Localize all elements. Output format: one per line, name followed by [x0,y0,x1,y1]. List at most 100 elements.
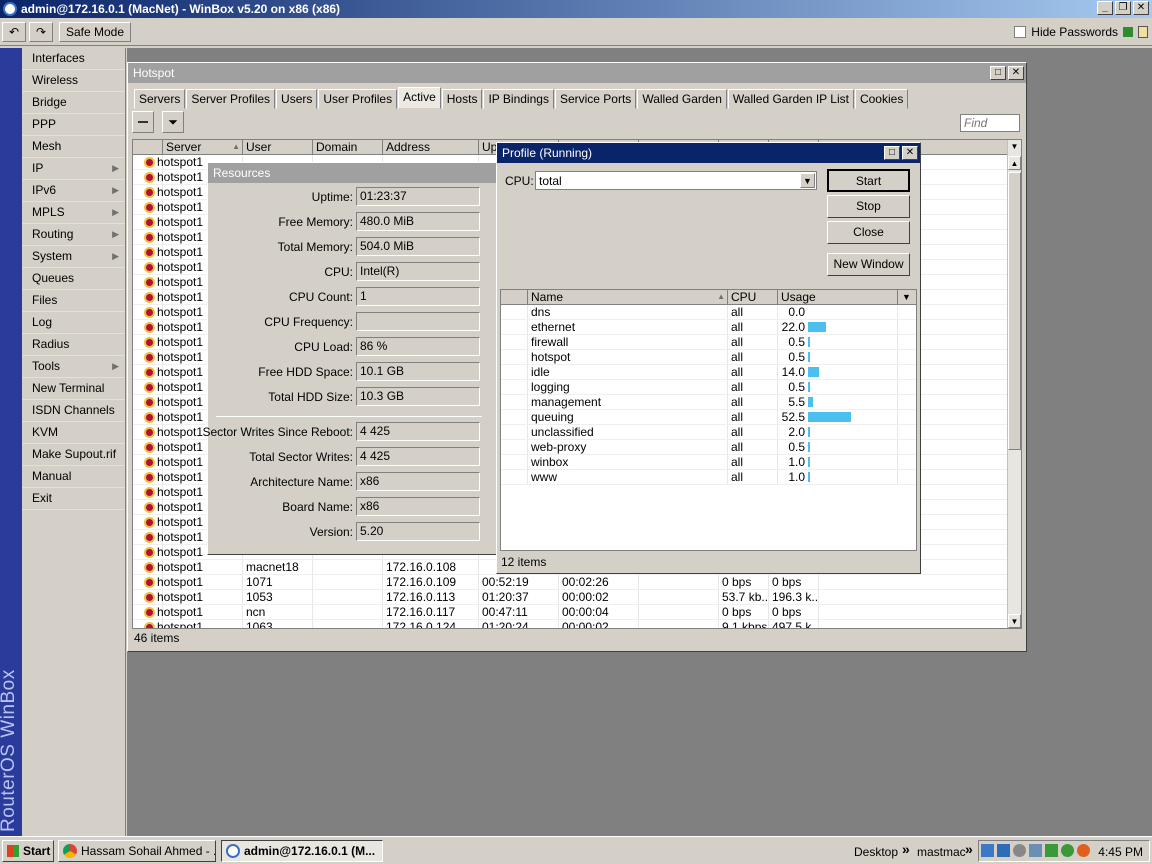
tab-user-profiles[interactable]: User Profiles [318,89,398,109]
desktop-toolbar-label[interactable]: Desktop [854,845,898,859]
sidebar-item-bridge[interactable]: Bridge [22,92,125,114]
sidebar-item-make-supout-rif[interactable]: Make Supout.rif [22,444,125,466]
profile-row[interactable]: www all 1.0 [501,470,916,485]
display-tray-icon[interactable] [1029,844,1042,857]
tab-users[interactable]: Users [276,89,318,109]
hide-passwords-checkbox[interactable] [1014,26,1027,38]
profile-row[interactable]: unclassified all 2.0 [501,425,916,440]
sidebar-item-ip[interactable]: IP ▶ [22,158,125,180]
update-tray-icon[interactable] [1045,844,1058,857]
profile-row[interactable]: idle all 14.0 [501,365,916,380]
sidebar-item-ppp[interactable]: PPP [22,114,125,136]
sidebar-item-manual[interactable]: Manual [22,466,125,488]
column-menu-icon[interactable]: ▼ [898,290,915,304]
tab-service-ports[interactable]: Service Ports [554,89,637,109]
sidebar-item-files[interactable]: Files [22,290,125,312]
sidebar-item-radius[interactable]: Radius [22,334,125,356]
scroll-down-button[interactable]: ▼ [1008,614,1021,628]
sidebar-item-new-terminal[interactable]: New Terminal [22,378,125,400]
sidebar-item-exit[interactable]: Exit [22,488,125,510]
sidebar-item-queues[interactable]: Queues [22,268,125,290]
profile-maximize-button[interactable]: □ [884,146,900,160]
remove-button[interactable] [132,111,154,133]
redo-button[interactable]: ↷ [29,22,53,42]
sidebar-item-log[interactable]: Log [22,312,125,334]
col-usage[interactable]: Usage [778,290,898,304]
task-chrome[interactable]: Hassam Sohail Ahmed - ... [58,840,216,862]
col-server[interactable]: Server ▲ [163,140,243,154]
col-address[interactable]: Address [383,140,479,154]
tab-cookies[interactable]: Cookies [854,89,909,109]
task-winbox[interactable]: admin@172.16.0.1 (M... [221,840,383,862]
scroll-thumb[interactable] [1008,172,1021,450]
sidebar-item-kvm[interactable]: KVM [22,422,125,444]
clock[interactable]: 4:45 PM [1098,845,1143,859]
find-input[interactable] [960,114,1020,132]
sidebar-item-interfaces[interactable]: Interfaces [22,48,125,70]
col-domain[interactable]: Domain [313,140,383,154]
sidebar-item-isdn-channels[interactable]: ISDN Channels [22,400,125,422]
table-row[interactable]: hotspot1 1053 172.16.0.113 01:20:37 00:00:02… [133,590,1021,605]
profile-row[interactable]: hotspot all 0.5 [501,350,916,365]
table-row[interactable]: hotspot1 1071 172.16.0.109 00:52:19 00:02:26… [133,575,1021,590]
safe-mode-button[interactable]: Safe Mode [59,22,131,42]
skype-tray-icon[interactable] [997,844,1010,857]
chevron-down-icon[interactable]: ▼ [800,173,815,188]
sidebar-item-mesh[interactable]: Mesh [22,136,125,158]
profile-window-title-bar[interactable]: Profile (Running) □ ✕ [497,143,920,163]
resources-window-title-bar[interactable]: Resources [208,163,496,183]
mastmac-chevron-icon[interactable]: » [965,841,973,857]
volume-tray-icon[interactable] [1013,844,1026,857]
close-profile-button[interactable]: Close [827,221,910,244]
cpu-select[interactable]: total ▼ [535,171,817,190]
firefox-tray-icon[interactable] [1077,844,1090,857]
tab-ip-bindings[interactable]: IP Bindings [483,89,554,109]
torrent-tray-icon[interactable] [1061,844,1074,857]
mastmac-toolbar-label[interactable]: mastmac [917,845,966,859]
hotspot-maximize-button[interactable]: □ [990,66,1006,80]
tab-hosts[interactable]: Hosts [441,89,483,109]
new-window-button[interactable]: New Window [827,253,910,276]
hotspot-close-button[interactable]: ✕ [1008,66,1024,80]
table-row[interactable]: hotspot1 ncn 172.16.0.117 00:47:11 00:00:04 0… [133,605,1021,620]
profile-close-button[interactable]: ✕ [902,146,918,160]
tab-server-profiles[interactable]: Server Profiles [186,89,276,109]
profile-row[interactable]: web-proxy all 0.5 [501,440,916,455]
profile-row[interactable]: logging all 0.5 [501,380,916,395]
sidebar-item-mpls[interactable]: MPLS ▶ [22,202,125,224]
tab-servers[interactable]: Servers [134,89,186,109]
start-menu-button[interactable]: Start [2,840,54,862]
profile-row[interactable]: dns all 0.0 [501,305,916,320]
tab-active[interactable]: Active [398,87,441,109]
cell-marker [501,410,528,424]
sidebar-item-wireless[interactable]: Wireless [22,70,125,92]
minimize-button[interactable]: _ [1097,1,1113,15]
tab-walled-garden-ip-list[interactable]: Walled Garden IP List [727,89,854,109]
scroll-menu-icon[interactable]: ▼ [1008,140,1021,154]
profile-row[interactable]: firewall all 0.5 [501,335,916,350]
desktop-chevron-icon[interactable]: » [902,841,910,857]
sidebar-item-routing[interactable]: Routing ▶ [22,224,125,246]
profile-row[interactable]: management all 5.5 [501,395,916,410]
col-user[interactable]: User [243,140,313,154]
profile-row[interactable]: winbox all 1.0 [501,455,916,470]
close-button[interactable]: ✕ [1133,1,1149,15]
vertical-scrollbar[interactable]: ▼ ▲ ▼ [1007,140,1021,628]
sidebar-item-tools[interactable]: Tools ▶ [22,356,125,378]
profile-row[interactable]: queuing all 52.5 [501,410,916,425]
sidebar-item-ipv6[interactable]: IPv6 ▶ [22,180,125,202]
stop-button[interactable]: Stop [827,195,910,218]
start-button[interactable]: Start [827,169,910,192]
hotspot-window-title-bar[interactable]: Hotspot □ ✕ [128,63,1026,83]
sidebar-item-system[interactable]: System ▶ [22,246,125,268]
col-name[interactable]: Name ▲ [528,290,728,304]
restore-button[interactable]: ❐ [1115,1,1131,15]
tab-walled-garden[interactable]: Walled Garden [637,89,727,109]
filter-button[interactable]: ⏷ [162,111,184,133]
undo-button[interactable]: ↶ [2,22,26,42]
network-tray-icon[interactable] [981,844,994,857]
table-row[interactable]: hotspot1 1063 172.16.0.124 01:20:24 00:00:02… [133,620,1021,628]
scroll-up-button[interactable]: ▲ [1008,156,1021,170]
col-cpu[interactable]: CPU [728,290,778,304]
profile-row[interactable]: ethernet all 22.0 [501,320,916,335]
